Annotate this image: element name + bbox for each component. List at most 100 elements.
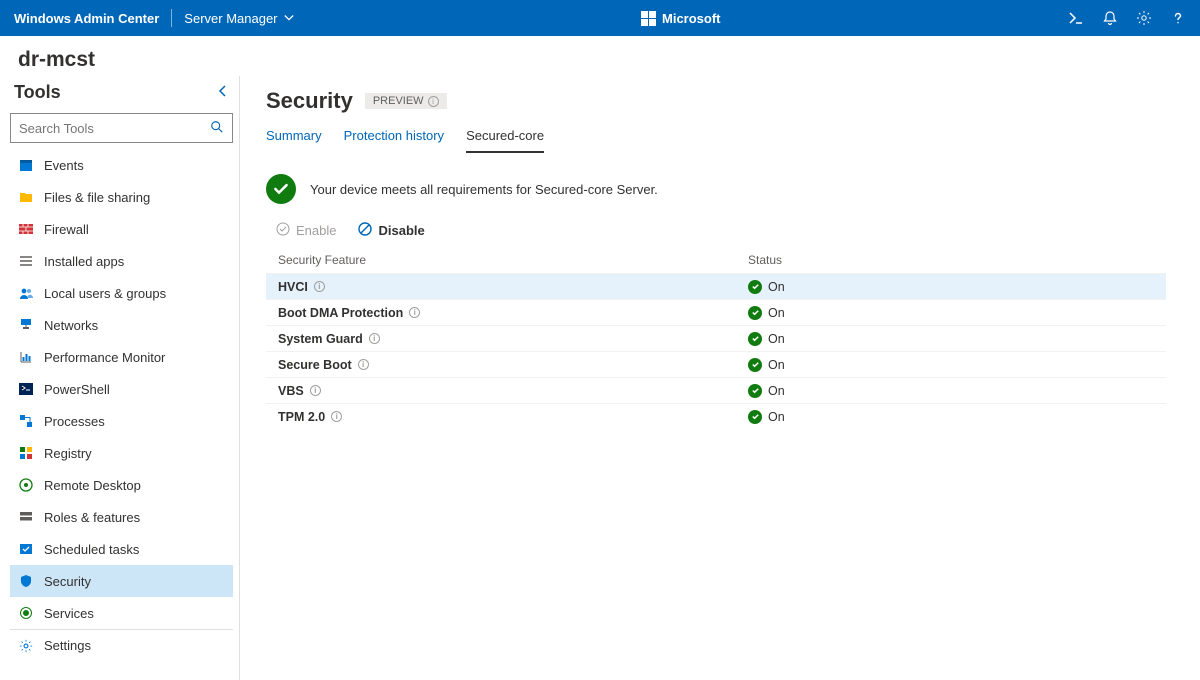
- brand-label[interactable]: Windows Admin Center: [14, 11, 159, 26]
- info-icon[interactable]: i: [310, 385, 321, 396]
- table-row[interactable]: Boot DMA Protection i On: [266, 299, 1166, 325]
- features-table: Security Feature Status HVCIi On Boot DM…: [266, 247, 1166, 429]
- info-icon[interactable]: i: [409, 307, 420, 318]
- tab-summary[interactable]: Summary: [266, 128, 322, 153]
- ms-label: Microsoft: [662, 11, 721, 26]
- sidebar-item-networks[interactable]: Networks: [10, 309, 233, 341]
- sidebar-item-label: Firewall: [44, 222, 89, 237]
- table-row[interactable]: VBS i On: [266, 377, 1166, 403]
- search-input[interactable]: [19, 121, 210, 136]
- sidebar-item-users-groups[interactable]: Local users & groups: [10, 277, 233, 309]
- tasks-icon: [18, 541, 34, 557]
- sidebar-item-roles-features[interactable]: Roles & features: [10, 501, 233, 533]
- sidebar-item-performance[interactable]: Performance Monitor: [10, 341, 233, 373]
- top-header-right: [1068, 10, 1186, 26]
- status-text: On: [768, 306, 785, 320]
- status-text: On: [768, 384, 785, 398]
- sidebar-item-installed-apps[interactable]: Installed apps: [10, 245, 233, 277]
- sidebar-item-security[interactable]: Security: [10, 565, 233, 597]
- calendar-icon: [18, 157, 34, 173]
- sidebar-item-label: Events: [44, 158, 84, 173]
- sidebar-item-registry[interactable]: Registry: [10, 437, 233, 469]
- table-row[interactable]: TPM 2.0i On: [266, 403, 1166, 429]
- info-icon[interactable]: i: [314, 281, 325, 292]
- disable-button[interactable]: Disable: [358, 222, 424, 239]
- gear-icon[interactable]: [1136, 10, 1152, 26]
- action-bar: Enable Disable: [266, 222, 1174, 239]
- sidebar-item-label: Settings: [44, 638, 91, 653]
- feature-name: Boot DMA Protection: [278, 306, 403, 320]
- check-icon: [276, 222, 290, 239]
- check-circle-icon: [266, 174, 296, 204]
- feature-name: System Guard: [278, 332, 363, 346]
- status-banner: Your device meets all requirements for S…: [266, 174, 1174, 204]
- sidebar-item-files[interactable]: Files & file sharing: [10, 181, 233, 213]
- server-icon: [18, 509, 34, 525]
- table-header: Security Feature Status: [266, 247, 1166, 273]
- sidebar-item-label: Networks: [44, 318, 98, 333]
- chart-icon: [18, 349, 34, 365]
- sidebar-item-label: Services: [44, 606, 94, 621]
- powershell-icon[interactable]: [1068, 10, 1084, 26]
- tabs: Summary Protection history Secured-core: [266, 128, 1174, 154]
- sidebar-item-firewall[interactable]: Firewall: [10, 213, 233, 245]
- sidebar-item-services[interactable]: Services: [10, 597, 233, 629]
- feature-name: TPM 2.0: [278, 410, 325, 424]
- status-message: Your device meets all requirements for S…: [310, 182, 658, 197]
- status-text: On: [768, 280, 785, 294]
- tools-list[interactable]: Events Files & file sharing Firewall Ins…: [10, 149, 233, 680]
- sidebar-item-label: Registry: [44, 446, 92, 461]
- search-tools[interactable]: [10, 113, 233, 143]
- enable-button[interactable]: Enable: [276, 222, 336, 239]
- sidebar-item-label: Files & file sharing: [44, 190, 150, 205]
- info-icon[interactable]: i: [428, 96, 439, 107]
- sidebar-item-settings[interactable]: Settings: [10, 629, 233, 661]
- feature-name: Secure Boot: [278, 358, 352, 372]
- sidebar-item-scheduled-tasks[interactable]: Scheduled tasks: [10, 533, 233, 565]
- help-icon[interactable]: [1170, 10, 1186, 26]
- services-icon: [18, 605, 34, 621]
- sidebar-item-events[interactable]: Events: [10, 149, 233, 181]
- gear-icon: [18, 638, 34, 654]
- info-icon[interactable]: i: [331, 411, 342, 422]
- table-row[interactable]: Secure Boot i On: [266, 351, 1166, 377]
- process-icon: [18, 413, 34, 429]
- separator: [171, 9, 172, 27]
- remote-desktop-icon: [18, 477, 34, 493]
- tab-protection-history[interactable]: Protection history: [344, 128, 444, 153]
- info-icon[interactable]: i: [369, 333, 380, 344]
- info-icon[interactable]: i: [358, 359, 369, 370]
- collapse-sidebar-icon[interactable]: [217, 85, 229, 100]
- registry-icon: [18, 445, 34, 461]
- sidebar-item-label: Scheduled tasks: [44, 542, 139, 557]
- sidebar-item-label: Performance Monitor: [44, 350, 165, 365]
- terminal-icon: [18, 381, 34, 397]
- sidebar-item-powershell[interactable]: PowerShell: [10, 373, 233, 405]
- tab-secured-core[interactable]: Secured-core: [466, 128, 544, 153]
- table-row[interactable]: HVCIi On: [266, 273, 1166, 299]
- firewall-icon: [18, 221, 34, 237]
- status-text: On: [768, 332, 785, 346]
- sidebar-item-processes[interactable]: Processes: [10, 405, 233, 437]
- chevron-down-icon: [284, 11, 294, 26]
- col-feature[interactable]: Security Feature: [278, 253, 748, 267]
- network-icon: [18, 317, 34, 333]
- table-row[interactable]: System Guard i On: [266, 325, 1166, 351]
- status-on-icon: [748, 306, 762, 320]
- feature-name: VBS: [278, 384, 304, 398]
- status-text: On: [768, 358, 785, 372]
- sidebar-item-remote-desktop[interactable]: Remote Desktop: [10, 469, 233, 501]
- list-icon: [18, 253, 34, 269]
- sidebar-item-label: PowerShell: [44, 382, 110, 397]
- context-switcher[interactable]: Server Manager: [184, 11, 293, 26]
- sidebar-item-label: Installed apps: [44, 254, 124, 269]
- bell-icon[interactable]: [1102, 10, 1118, 26]
- preview-label: PREVIEW: [373, 95, 424, 107]
- status-on-icon: [748, 280, 762, 294]
- search-icon: [210, 120, 224, 137]
- page-title: Security: [266, 88, 353, 114]
- status-on-icon: [748, 332, 762, 346]
- status-on-icon: [748, 384, 762, 398]
- col-status[interactable]: Status: [748, 253, 868, 267]
- users-icon: [18, 285, 34, 301]
